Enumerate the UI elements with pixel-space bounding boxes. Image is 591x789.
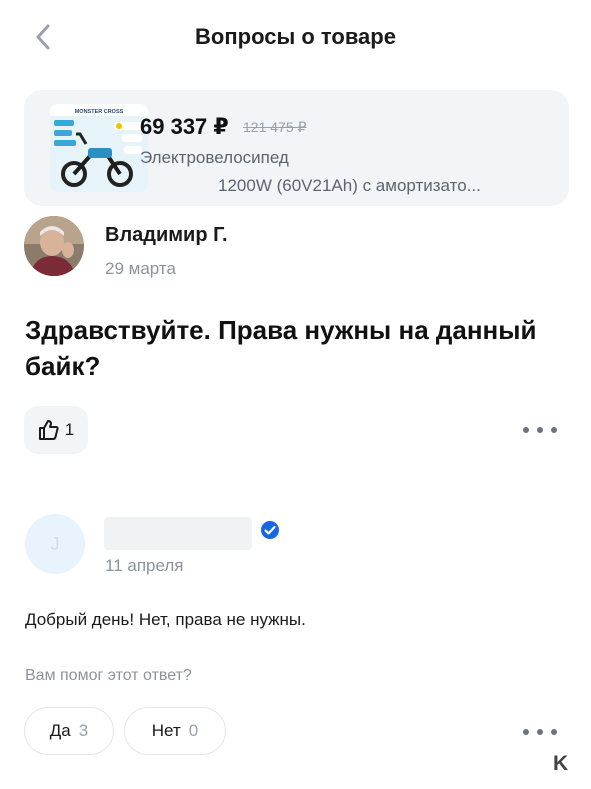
thumbnail-brand: MONSTER CROSS: [75, 109, 124, 115]
like-count: 1: [64, 420, 75, 439]
verified-badge-icon: [261, 521, 279, 539]
vote-no-label: Нет: [151, 721, 181, 740]
vote-yes-button[interactable]: Да 3: [24, 707, 114, 755]
product-name: Электровелосипед: [140, 148, 289, 167]
product-thumbnail: MONSTER CROSS: [50, 104, 148, 192]
more-dot-icon: [523, 729, 529, 735]
answer-text: Добрый день! Нет, права не нужны.: [25, 610, 306, 629]
question-date: 29 марта: [105, 259, 176, 278]
question-author: Владимир Г.: [105, 224, 228, 246]
k-logo-icon: K: [553, 752, 569, 775]
like-button[interactable]: 1: [24, 406, 88, 454]
question-text: Здравствуйте. Права нужны на данный байк…: [25, 315, 537, 381]
product-old-price: 121 475 ₽: [243, 119, 307, 135]
seller-avatar: J: [25, 514, 85, 574]
vote-yes-count: 3: [78, 721, 89, 740]
more-dot-icon: [523, 427, 529, 433]
seller-name-placeholder: [104, 517, 252, 550]
answer-date: 11 апреля: [105, 556, 184, 575]
vote-no-button[interactable]: Нет 0: [124, 707, 226, 755]
avatar-letter: J: [50, 533, 60, 554]
product-name-continued: 1200W (60V21Ah) с амортизато...: [218, 176, 481, 195]
vote-no-count: 0: [188, 721, 199, 740]
top-bar: Вопросы о товаре: [0, 0, 591, 72]
helpful-prompt: Вам помог этот ответ?: [25, 667, 192, 684]
vote-yes-label: Да: [49, 721, 71, 740]
answer-more-button[interactable]: [523, 726, 557, 738]
more-dot-icon: [537, 427, 543, 433]
question-more-button[interactable]: [523, 424, 557, 436]
more-dot-icon: [551, 427, 557, 433]
more-dot-icon: [551, 729, 557, 735]
more-dot-icon: [537, 729, 543, 735]
product-price: 69 337 ₽: [140, 114, 229, 139]
thumbs-up-icon: [38, 420, 59, 440]
avatar: [24, 216, 84, 276]
page-title: Вопросы о товаре: [195, 24, 396, 49]
